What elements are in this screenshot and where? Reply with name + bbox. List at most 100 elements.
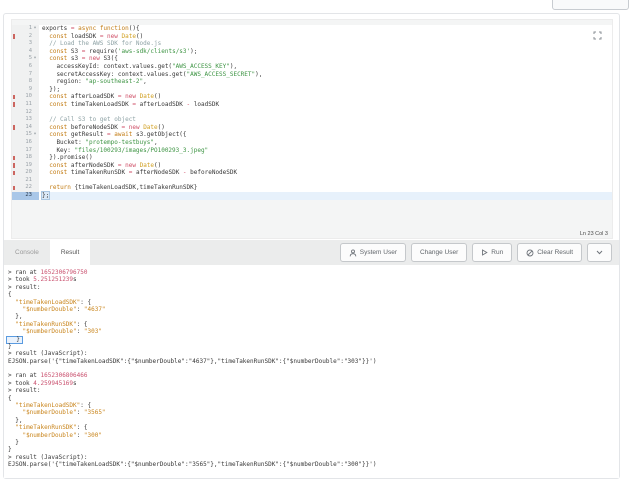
chevron-down-icon	[596, 250, 603, 255]
tab-console[interactable]: Console	[4, 240, 50, 265]
line-number-15[interactable]: 15▾	[12, 131, 39, 139]
code-line-22: return {timeTakenLoadSDK,timeTakenRunSDK…	[42, 184, 612, 192]
fold-arrow-icon[interactable]: ▾	[32, 25, 38, 33]
console-line: }	[8, 439, 619, 446]
line-number-2[interactable]: 2	[12, 33, 39, 41]
code-line-21	[42, 177, 612, 185]
console-line: > ran at 1652306796750	[8, 269, 619, 276]
line-number-11[interactable]: 11	[12, 101, 39, 109]
code-line-11: const timeTakenLoadSDK = afterLoadSDK - …	[42, 101, 612, 109]
code-line-4: const S3 = require('aws-sdk/clients/s3')…	[42, 48, 612, 56]
gutter-marker	[13, 186, 15, 191]
console-line: EJSON.parse('{"timeTakenLoadSDK":{"$numb…	[8, 358, 619, 365]
change-user-label: Change User	[420, 249, 458, 256]
console-line: > result (JavaScript):	[8, 350, 619, 357]
code-line-9: });	[42, 86, 612, 94]
line-number-12[interactable]: 12	[12, 109, 39, 117]
line-number-16[interactable]: 16	[12, 139, 39, 147]
line-number-23[interactable]: 23	[12, 192, 39, 200]
clear-result-button[interactable]: Clear Result	[517, 243, 582, 262]
line-number-4[interactable]: 4	[12, 48, 39, 56]
change-user-button[interactable]: Change User	[411, 243, 467, 262]
run-label: Run	[491, 249, 503, 256]
gutter-marker	[13, 57, 15, 62]
line-number-20[interactable]: 20	[12, 169, 39, 177]
more-options-button[interactable]	[587, 243, 612, 262]
fold-arrow-icon[interactable]: ▾	[32, 55, 38, 63]
gutter-marker	[13, 34, 15, 39]
console-line: > result:	[8, 284, 619, 291]
line-number-17[interactable]: 17	[12, 147, 39, 155]
console-line: {	[8, 291, 619, 298]
code-editor[interactable]: 1▾2345▾6789101112131415▾1617181920212223…	[11, 19, 613, 239]
fullscreen-icon[interactable]	[593, 27, 602, 36]
function-editor-card: 1▾2345▾6789101112131415▾1617181920212223…	[3, 13, 620, 479]
run-button[interactable]: Run	[472, 243, 512, 262]
gutter-marker	[13, 140, 15, 145]
fold-arrow-icon[interactable]: ▾	[32, 131, 38, 139]
gutter-marker	[13, 110, 15, 115]
system-user-button[interactable]: System User	[340, 243, 406, 262]
console-line: "timeTakenRunSDK": {	[8, 424, 619, 431]
gutter-marker	[13, 87, 15, 92]
gutter-marker	[13, 171, 15, 176]
code-line-6: accessKeyId: context.values.get("AWS_ACC…	[42, 63, 612, 71]
gutter-marker	[13, 178, 15, 183]
gutter-marker	[13, 27, 15, 32]
line-number-13[interactable]: 13	[12, 116, 39, 124]
partial-top-button[interactable]	[552, 0, 629, 10]
line-number-10[interactable]: 10	[12, 93, 39, 101]
console-line: > result:	[8, 387, 619, 394]
line-number-14[interactable]: 14	[12, 124, 39, 132]
line-number-1[interactable]: 1▾	[12, 25, 39, 33]
gutter-marker	[13, 102, 15, 107]
editor-code-area[interactable]: exports = async function(){ const loadSD…	[39, 25, 612, 200]
console-line: "$numberDouble": "300"	[8, 432, 619, 439]
editor-lines: 1▾2345▾6789101112131415▾1617181920212223…	[12, 20, 612, 200]
console-line: "$numberDouble": "4637"	[8, 306, 619, 313]
line-number-21[interactable]: 21	[12, 177, 39, 185]
console-line: > took 4.259945169s	[8, 380, 619, 387]
gutter-marker	[13, 125, 15, 130]
toolbar-actions: System User Change User Run	[340, 240, 619, 265]
user-icon	[349, 249, 357, 257]
result-toolbar: Console Result System User Change User	[4, 240, 619, 266]
editor-gutter: 1▾2345▾6789101112131415▾1617181920212223	[12, 25, 39, 200]
console-line: {	[8, 395, 619, 402]
code-line-20: const timeTakenRunSDK = afterNodeSDK - b…	[42, 169, 612, 177]
gutter-marker	[13, 49, 15, 54]
play-icon	[481, 249, 488, 256]
gutter-marker	[13, 118, 15, 123]
code-line-8: region: "ap-southeast-2",	[42, 78, 612, 86]
console-line: "$numberDouble": "3565"	[8, 409, 619, 416]
line-number-22[interactable]: 22	[12, 184, 39, 192]
clear-icon	[526, 249, 534, 257]
code-line-12	[42, 109, 612, 117]
line-number-9[interactable]: 9	[12, 86, 39, 94]
line-number-7[interactable]: 7	[12, 71, 39, 79]
line-number-18[interactable]: 18	[12, 154, 39, 162]
code-line-5: const s3 = new S3({	[42, 55, 612, 63]
code-line-3: // Load the AWS SDK for Node.js	[42, 40, 612, 48]
system-user-label: System User	[360, 249, 397, 256]
line-number-3[interactable]: 3	[12, 40, 39, 48]
code-line-18: }).promise()	[42, 154, 612, 162]
gutter-marker	[13, 133, 15, 138]
tab-result[interactable]: Result	[50, 240, 90, 265]
console-line: > took 5.251251239s	[8, 276, 619, 283]
console-line: "timeTakenLoadSDK": {	[8, 299, 619, 306]
line-number-6[interactable]: 6	[12, 63, 39, 71]
gutter-marker	[13, 64, 15, 69]
console-line: "$numberDouble": "303"	[8, 328, 619, 335]
line-number-5[interactable]: 5▾	[12, 55, 39, 63]
result-console-output[interactable]: > ran at 1652306796750> took 5.251251239…	[4, 265, 619, 478]
gutter-marker	[13, 156, 15, 161]
gutter-marker	[13, 72, 15, 77]
clear-result-label: Clear Result	[537, 249, 573, 256]
line-number-19[interactable]: 19	[12, 162, 39, 170]
code-line-17: Key: "files/100293/images/PO100293_3.jpe…	[42, 147, 612, 155]
console-line: > ran at 1652306806466	[8, 372, 619, 379]
code-line-16: Bucket: "protempo-testbuys",	[42, 139, 612, 147]
line-number-8[interactable]: 8	[12, 78, 39, 86]
console-line: EJSON.parse('{"timeTakenLoadSDK":{"$numb…	[8, 461, 619, 468]
